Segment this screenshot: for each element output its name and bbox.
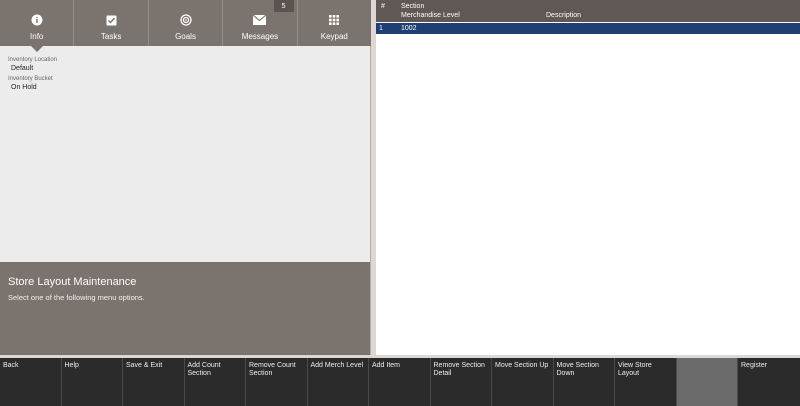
grid-header: # Section Merchandise Level Description bbox=[376, 0, 800, 22]
remove-section-detail-button[interactable]: Remove Section Detail bbox=[430, 358, 492, 406]
row-merch-level: 1002 bbox=[401, 25, 417, 32]
tab-tasks[interactable]: Tasks bbox=[74, 0, 149, 46]
table-row[interactable]: 1 1002 bbox=[376, 23, 800, 34]
column-header-description: Description bbox=[546, 12, 582, 19]
inventory-bucket-label: Inventory Bucket bbox=[8, 76, 53, 82]
add-item-button[interactable]: Add Item bbox=[369, 358, 431, 406]
move-section-up-button[interactable]: Move Section Up bbox=[492, 358, 554, 406]
goals-icon bbox=[179, 13, 193, 27]
tasks-icon bbox=[104, 13, 118, 27]
row-number: 1 bbox=[379, 25, 383, 32]
tab-label: Keypad bbox=[320, 32, 348, 41]
tab-goals[interactable]: Goals bbox=[149, 0, 224, 46]
instruction-panel: Store Layout Maintenance Select one of t… bbox=[0, 262, 370, 355]
inventory-bucket: Inventory Bucket On Hold bbox=[8, 76, 53, 92]
inventory-location: Inventory Location Default bbox=[8, 57, 57, 73]
column-header-number: # bbox=[381, 3, 385, 10]
register-button[interactable]: Register bbox=[738, 358, 800, 406]
save-exit-button[interactable]: Save & Exit bbox=[123, 358, 185, 406]
back-button[interactable]: Back bbox=[0, 358, 62, 406]
tab-label: Messages bbox=[241, 32, 279, 41]
add-merch-level-button[interactable]: Add Merch Level bbox=[307, 358, 369, 406]
tab-bar: Info Tasks Goals 5 Messages Keypad bbox=[0, 0, 371, 52]
remove-count-section-button[interactable]: Remove Count Section bbox=[246, 358, 308, 406]
column-header-merch-level: Merchandise Level bbox=[401, 12, 460, 19]
tab-label: Goals bbox=[175, 32, 196, 41]
mail-icon bbox=[253, 13, 267, 27]
section-grid: # Section Merchandise Level Description … bbox=[376, 0, 800, 355]
view-store-layout-button[interactable]: View Store Layout bbox=[615, 358, 677, 406]
add-count-section-button[interactable]: Add Count Section bbox=[184, 358, 246, 406]
blank-function-button bbox=[676, 358, 738, 406]
tab-label: Tasks bbox=[100, 32, 122, 41]
inventory-bucket-value: On Hold bbox=[11, 84, 37, 91]
tab-info[interactable]: Info bbox=[0, 0, 75, 52]
tab-keypad[interactable]: Keypad bbox=[298, 0, 371, 46]
tab-messages[interactable]: 5 Messages bbox=[223, 0, 298, 46]
inventory-location-label: Inventory Location bbox=[8, 57, 58, 63]
inventory-location-value: Default bbox=[11, 65, 34, 72]
screen-title: Store Layout Maintenance bbox=[8, 276, 137, 288]
column-header-section: Section bbox=[401, 3, 425, 10]
messages-count-badge: 5 bbox=[273, 0, 294, 12]
move-section-down-button[interactable]: Move Section Down bbox=[553, 358, 615, 406]
info-icon bbox=[30, 13, 44, 27]
function-key-bar: Back Help Save & Exit Add Count Section … bbox=[0, 358, 800, 406]
keypad-icon bbox=[327, 13, 341, 27]
prompt-message: Select one of the following menu options… bbox=[8, 293, 145, 302]
help-button[interactable]: Help bbox=[61, 358, 123, 406]
left-panel: Info Tasks Goals 5 Messages Keypad Inven… bbox=[0, 0, 371, 355]
tab-label: Info bbox=[30, 32, 44, 41]
